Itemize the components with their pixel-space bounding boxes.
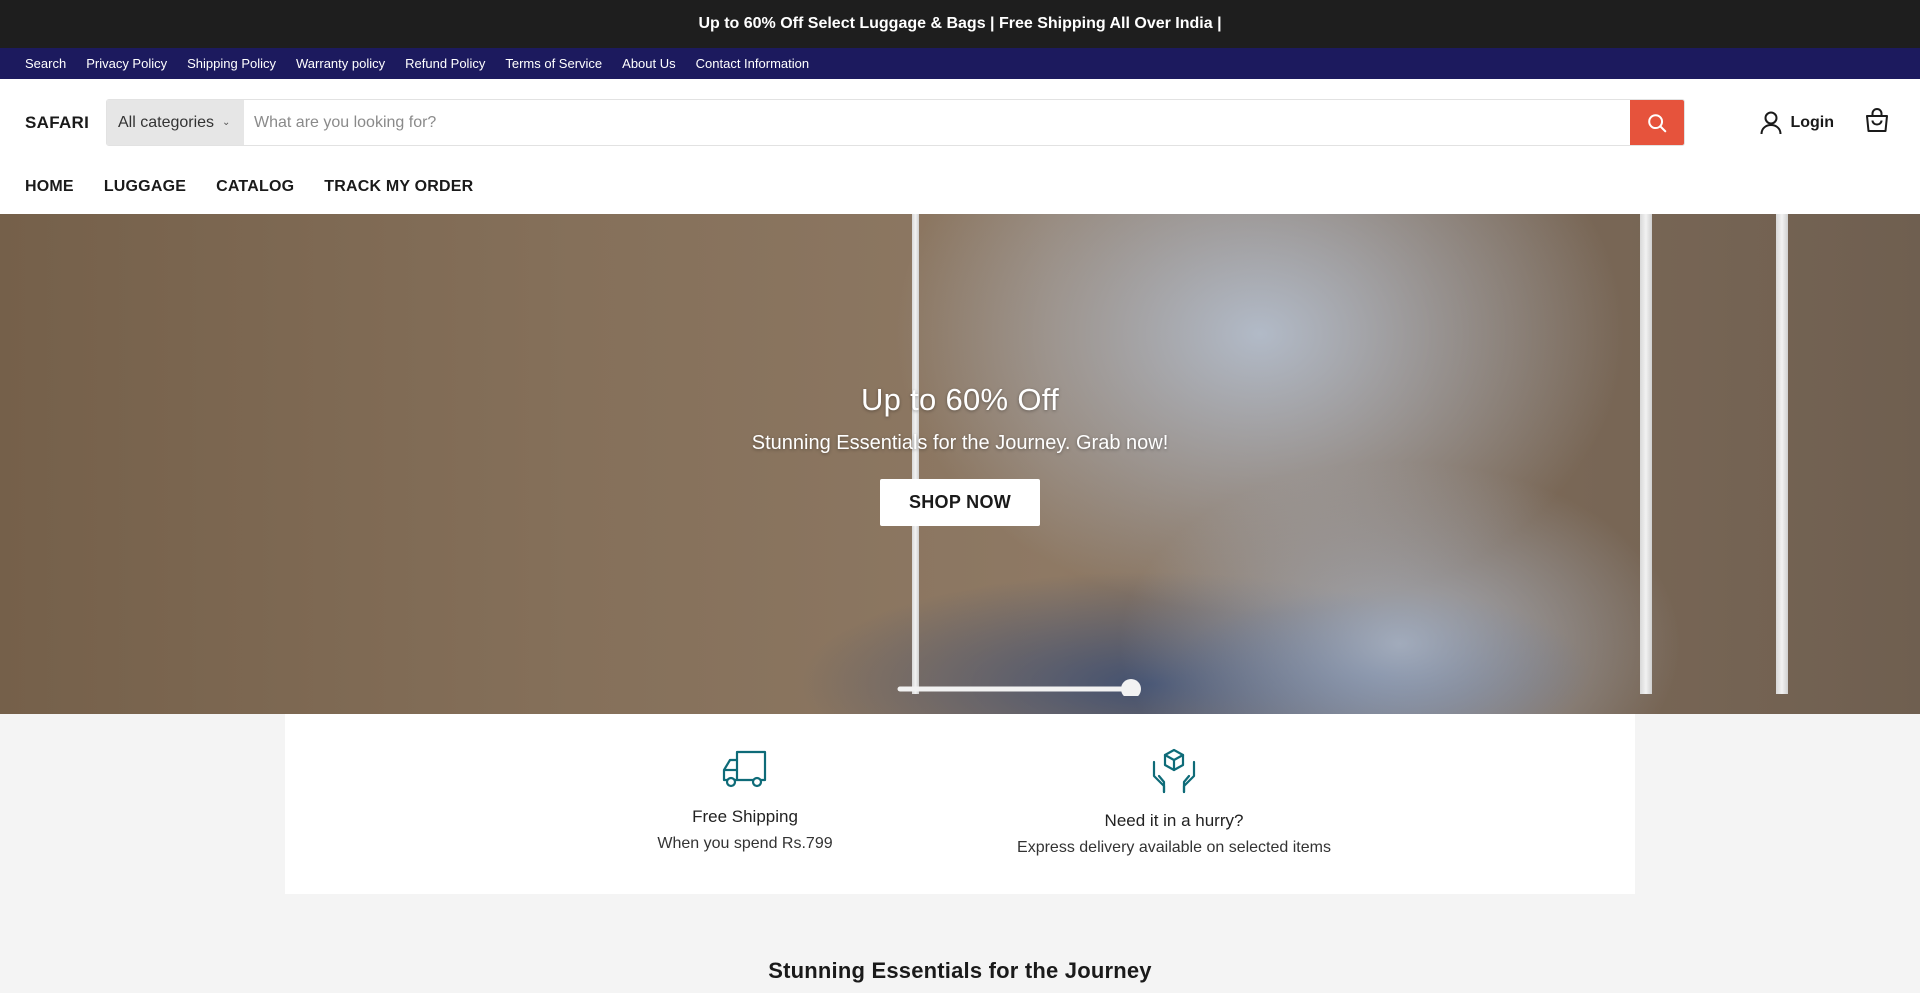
policy-link-about[interactable]: About Us (622, 56, 675, 71)
main-nav: HOME LUGGAGE CATALOG TRACK MY ORDER (0, 166, 1920, 214)
policy-links-bar: Search Privacy Policy Shipping Policy Wa… (0, 48, 1920, 79)
hero-banner[interactable]: Up to 60% Off Stunning Essentials for th… (0, 214, 1920, 714)
cart-button[interactable] (1864, 107, 1890, 138)
policy-link-terms[interactable]: Terms of Service (505, 56, 602, 71)
feature-express-delivery: Need it in a hurry? Express delivery ava… (974, 748, 1374, 857)
site-header: SAFARI All categories ⌄ Login (0, 79, 1920, 166)
feature-title: Need it in a hurry? (1104, 811, 1244, 830)
feature-free-shipping: Free Shipping When you spend Rs.799 (545, 748, 945, 853)
policy-link-warranty[interactable]: Warranty policy (296, 56, 385, 71)
features-strip: Free Shipping When you spend Rs.799 Need… (285, 714, 1635, 894)
hero-subtitle: Stunning Essentials for the Journey. Gra… (751, 432, 1169, 454)
section-title: Stunning Essentials for the Journey (768, 958, 1152, 983)
user-icon (1760, 111, 1782, 134)
search-button[interactable] (1630, 100, 1684, 145)
policy-link-search[interactable]: Search (25, 56, 66, 71)
policy-link-contact[interactable]: Contact Information (696, 56, 809, 71)
search-bar: All categories ⌄ (106, 99, 1685, 146)
header-actions: Login (1760, 79, 1890, 166)
announcement-bar: Up to 60% Off Select Luggage & Bags | Fr… (0, 0, 1920, 48)
feature-title: Free Shipping (692, 807, 798, 826)
nav-item-home[interactable]: HOME (25, 178, 74, 196)
chevron-down-icon: ⌄ (222, 117, 231, 128)
category-select[interactable]: All categories ⌄ (107, 100, 244, 145)
nav-item-catalog[interactable]: CATALOG (216, 178, 294, 196)
search-icon (1648, 113, 1667, 132)
shop-now-button[interactable]: SHOP NOW (879, 479, 1041, 526)
category-select-value: All categories (118, 113, 215, 131)
nav-item-luggage[interactable]: LUGGAGE (104, 178, 186, 196)
login-label: Login (1790, 113, 1834, 131)
hands-box-icon (1152, 748, 1196, 794)
search-input[interactable] (244, 100, 1630, 145)
feature-subtitle: Express delivery available on selected i… (1017, 839, 1331, 856)
policy-link-shipping[interactable]: Shipping Policy (187, 56, 276, 71)
hero-image-handle (897, 679, 1141, 696)
truck-icon (722, 750, 767, 788)
feature-subtitle: When you spend Rs.799 (657, 835, 833, 852)
hero-content: Up to 60% Off Stunning Essentials for th… (0, 382, 1920, 526)
login-link[interactable]: Login (1760, 111, 1834, 135)
announcement-text: Up to 60% Off Select Luggage & Bags | Fr… (698, 15, 1222, 32)
hero-title: Up to 60% Off (860, 382, 1060, 417)
shopping-bag-icon (1866, 108, 1888, 132)
nav-item-track-order[interactable]: TRACK MY ORDER (324, 178, 473, 196)
site-logo[interactable]: SAFARI (25, 113, 106, 133)
policy-link-refund[interactable]: Refund Policy (405, 56, 485, 71)
policy-link-privacy[interactable]: Privacy Policy (86, 56, 167, 71)
